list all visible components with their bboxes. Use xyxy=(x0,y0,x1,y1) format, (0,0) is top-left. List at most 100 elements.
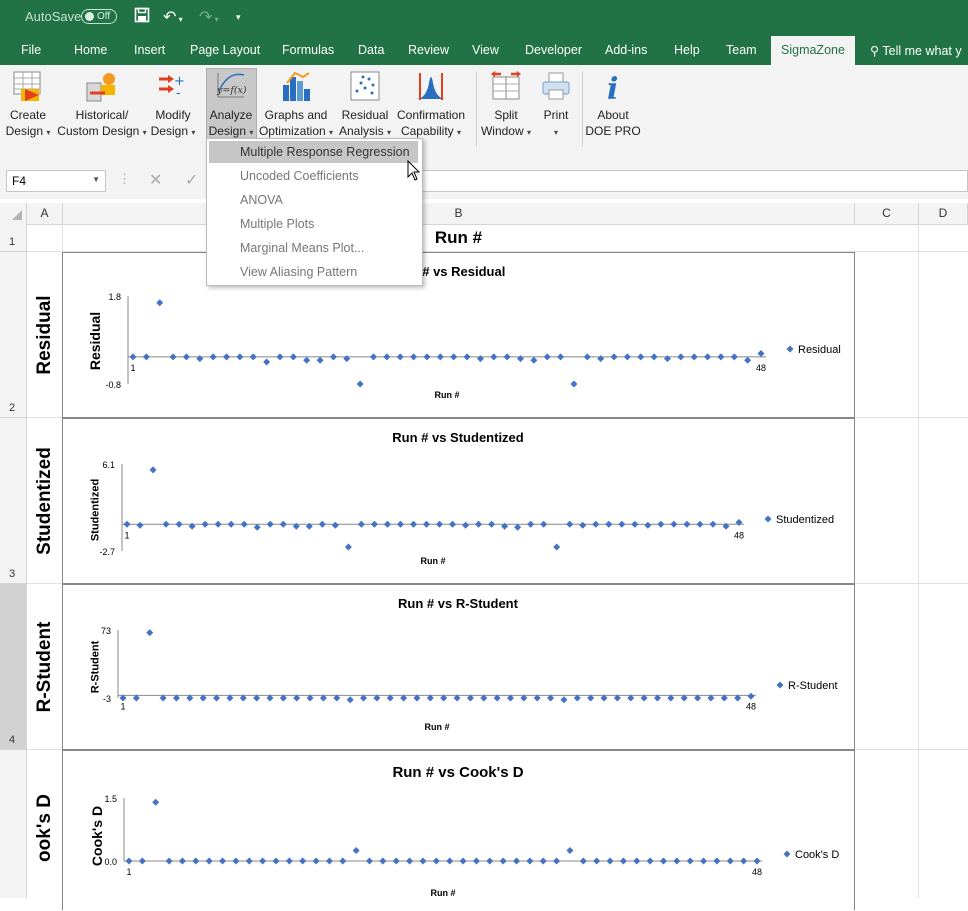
graphs-optimization-button[interactable]: Graphs and Optimization ▾ xyxy=(257,69,335,141)
tab-view[interactable]: View xyxy=(472,43,499,57)
column-header-a[interactable]: A xyxy=(27,203,63,224)
redo-icon[interactable]: ↷ ▾ xyxy=(199,7,219,27)
data-point xyxy=(744,356,752,364)
data-point xyxy=(357,520,365,528)
data-point xyxy=(276,353,284,361)
header-cell-run[interactable]: Run # xyxy=(62,224,855,252)
historical-l1: Historical/ xyxy=(75,108,129,122)
autosave-state: Off xyxy=(97,11,111,22)
cancel-icon[interactable]: ✕ xyxy=(149,170,162,190)
tab-help[interactable]: Help xyxy=(674,43,700,57)
enter-icon[interactable]: ✓ xyxy=(185,170,198,190)
historical-custom-design-button[interactable]: Historical/Custom Design ▾ xyxy=(56,69,148,141)
tab-page-layout[interactable]: Page Layout xyxy=(190,43,260,57)
menu-item-multiple-response-regression[interactable]: Multiple Response Regression xyxy=(209,141,418,163)
x-axis-label: Run # xyxy=(434,390,459,400)
column-header-b[interactable]: B xyxy=(63,203,855,224)
menu-item-anova[interactable]: ANOVA xyxy=(209,189,418,211)
data-point xyxy=(740,857,748,865)
menu-item-view-aliasing-pattern[interactable]: View Aliasing Pattern xyxy=(209,261,418,283)
tab-home[interactable]: Home xyxy=(74,43,107,57)
data-point xyxy=(223,353,231,361)
tab-file[interactable]: File xyxy=(21,43,41,57)
row-header-5[interactable] xyxy=(0,750,27,898)
legend-label: Cook's D xyxy=(795,849,839,861)
row-label-studentized[interactable]: Studentized xyxy=(27,418,63,584)
split-l2: Window xyxy=(480,124,524,138)
data-point xyxy=(125,857,133,865)
row-header-2[interactable]: 2 xyxy=(0,252,27,418)
data-point xyxy=(570,380,578,388)
tab-sigmazone[interactable]: SigmaZone xyxy=(771,36,855,65)
column-header-c[interactable]: C xyxy=(855,203,919,224)
data-point xyxy=(178,857,186,865)
undo-icon[interactable]: ↶ ▾ xyxy=(163,7,183,27)
info-icon: i xyxy=(607,72,618,105)
data-point xyxy=(346,696,354,704)
x-tick-label: 48 xyxy=(734,530,744,540)
data-point xyxy=(156,299,164,307)
chevron-down-icon[interactable]: ▼ xyxy=(92,175,100,184)
data-point xyxy=(486,857,494,865)
data-point xyxy=(227,520,235,528)
tab-insert[interactable]: Insert xyxy=(134,43,165,57)
tab-data[interactable]: Data xyxy=(358,43,384,57)
residual-analysis-button[interactable]: Residual Analysis ▾ xyxy=(337,69,393,141)
row-header-1[interactable]: 1 xyxy=(0,224,27,252)
customize-qat-icon[interactable]: ▾ xyxy=(236,12,241,23)
row-label-r-student[interactable]: R-Student xyxy=(27,584,63,750)
menu-item-multiple-plots[interactable]: Multiple Plots xyxy=(209,213,418,235)
tab-formulas[interactable]: Formulas xyxy=(282,43,334,57)
chart-residual[interactable]: n # vs Residual 1.8 -0.8 1 48 Run # Residual Re… xyxy=(62,252,855,418)
ribbon-tabs: File Home Insert Page Layout Formulas Da… xyxy=(0,36,968,65)
data-point xyxy=(383,520,391,528)
data-point xyxy=(450,353,458,361)
data-point xyxy=(406,857,414,865)
save-icon[interactable] xyxy=(134,7,150,27)
data-point xyxy=(597,355,605,363)
chart-studentized[interactable]: Run # vs Studentized 6.1 -2.7 1 48 Run # Stude… xyxy=(62,418,855,584)
modify-design-button[interactable]: + - Modify Design ▾ xyxy=(150,69,196,141)
y-axis-label: Studentized xyxy=(90,479,102,541)
data-point xyxy=(530,356,538,364)
data-point xyxy=(543,353,551,361)
menu-item-marginal-means-plot[interactable]: Marginal Means Plot... xyxy=(209,237,418,259)
row-label-cooks-d[interactable]: ook's D xyxy=(27,750,63,898)
data-point xyxy=(285,857,293,865)
data-point xyxy=(422,520,430,528)
row-header-4[interactable]: 4 xyxy=(0,584,27,750)
data-point xyxy=(659,857,667,865)
row-header-3[interactable]: 3 xyxy=(0,418,27,584)
chart-r-student[interactable]: Run # vs R-Student 73 -3 1 48 Run # R-Student R… xyxy=(62,584,855,750)
name-box[interactable]: F4 ▼ xyxy=(6,170,106,192)
tab-review[interactable]: Review xyxy=(408,43,449,57)
menu-item-uncoded-coefficients[interactable]: Uncoded Coefficients xyxy=(209,165,418,187)
tell-me-box[interactable]: ⚲ Tell me what y xyxy=(870,43,962,58)
column-header-d[interactable]: D xyxy=(919,203,968,224)
select-all-corner[interactable] xyxy=(0,203,27,224)
data-point xyxy=(329,353,337,361)
autosave-toggle[interactable]: Off xyxy=(81,9,117,24)
data-point xyxy=(610,353,618,361)
data-point xyxy=(344,543,352,551)
split-l1: Split xyxy=(494,108,518,122)
data-point xyxy=(717,353,725,361)
tab-add-ins[interactable]: Add-ins xyxy=(605,43,647,57)
data-point xyxy=(259,857,267,865)
create-design-button[interactable]: Create Design ▾ xyxy=(4,69,52,141)
analyze-design-button[interactable]: y=f(x) Analyze Design ▾ xyxy=(206,69,256,141)
data-point xyxy=(618,520,626,528)
tab-team[interactable]: Team xyxy=(726,43,757,57)
row-label-residual[interactable]: Residual xyxy=(27,252,63,418)
data-point xyxy=(219,857,227,865)
modify-l1: Modify xyxy=(155,108,191,122)
chart-cooks-d[interactable]: Run # vs Cook's D 1.5 0.0 1 48 Run # Cook's D C… xyxy=(62,750,855,910)
tab-developer[interactable]: Developer xyxy=(525,43,582,57)
legend-marker xyxy=(786,345,794,353)
about-doe-pro-button[interactable]: i About DOE PRO xyxy=(585,69,641,139)
split-window-button[interactable]: Split Window ▾ xyxy=(479,69,533,141)
confirmation-capability-button[interactable]: Confirmation Capability ▾ xyxy=(394,69,468,141)
create-design-l1: Create xyxy=(9,108,47,122)
data-point xyxy=(356,380,364,388)
print-button[interactable]: Print ▾ xyxy=(536,69,576,141)
